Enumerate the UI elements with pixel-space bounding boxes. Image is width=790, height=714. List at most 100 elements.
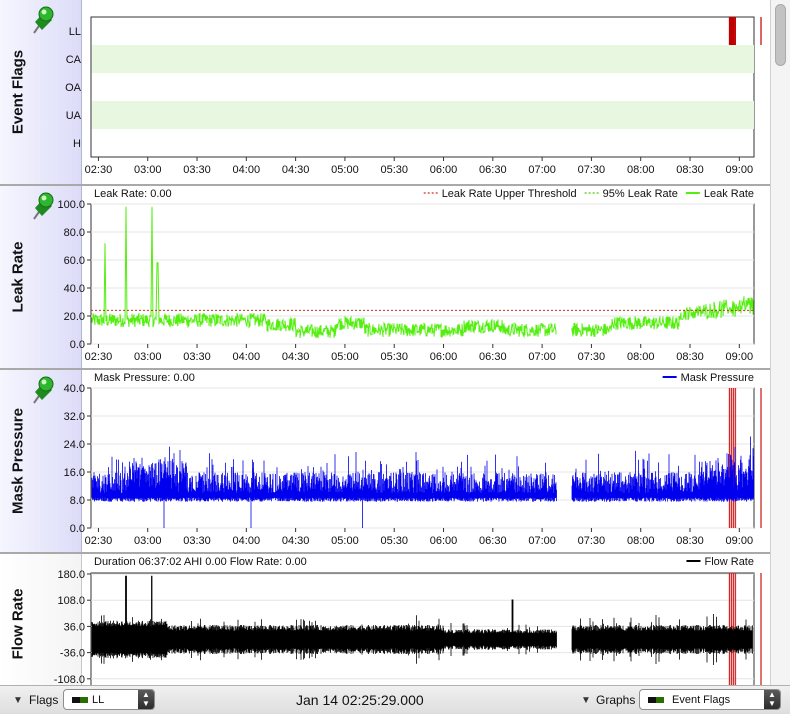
x-tick-label: 05:00: [331, 535, 359, 547]
y-tick-label: 100.0: [57, 199, 85, 211]
x-tick-label: 07:30: [578, 535, 606, 547]
x-tick-label: 03:30: [183, 351, 211, 363]
y-tick-label: 0.0: [70, 523, 85, 535]
select-arrows-icon: ▲ ▼: [138, 690, 154, 709]
mask-pressure-frame: [90, 387, 755, 529]
event-flags-plot[interactable]: LL CA OA UA H 02:30 03:00 03:30 04:00 04:30 05:00 0…: [0, 0, 770, 186]
graphs-disclosure-icon[interactable]: ▼: [581, 695, 591, 706]
x-tick-label: 06:30: [479, 351, 507, 363]
x-tick-label: 05:00: [331, 164, 359, 176]
x-tick-label: 07:30: [578, 351, 606, 363]
x-tick-label: 02:30: [85, 164, 113, 176]
legend-label: Flow Rate: [704, 556, 754, 568]
x-tick-label: 08:30: [676, 351, 704, 363]
x-tick-label: 08:00: [627, 164, 655, 176]
flag-label: UA: [66, 110, 82, 122]
flags-swatch-icon: [72, 697, 88, 703]
flags-select[interactable]: LL ▲ ▼: [63, 689, 155, 710]
y-tick-label: 0.0: [70, 339, 85, 351]
x-tick-label: 02:30: [85, 535, 113, 547]
graph-readout: Duration 06:37:02 AHI 0.00 Flow Rate: 0.…: [94, 556, 307, 568]
legend-label: Mask Pressure: [681, 372, 754, 384]
x-tick-label: 07:30: [578, 164, 606, 176]
x-tick-label: 08:00: [627, 535, 655, 547]
x-tick-label: 04:30: [282, 535, 310, 547]
y-tick-label: -108.0: [54, 674, 85, 685]
x-tick-label: 04:00: [233, 535, 261, 547]
graphs-select-value: Event Flags: [672, 694, 731, 706]
event-flags-frame: [90, 16, 755, 158]
scrollbar-thumb[interactable]: [775, 4, 786, 66]
y-tick-label: -36.0: [60, 648, 85, 660]
x-tick-label: 04:00: [233, 164, 261, 176]
x-tick-label: 05:30: [380, 351, 408, 363]
vertical-scrollbar[interactable]: [770, 0, 790, 685]
x-tick-label: 05:30: [380, 535, 408, 547]
flow-rate-panel[interactable]: Flow Rate Duration 06:37:02 AHI 0.00 Flo…: [0, 554, 770, 685]
x-tick-label: 09:00: [726, 535, 754, 547]
bottom-toolbar: ▼ Flags LL ▲ ▼ Jan 14 02:25:29.000 ▼ Grap…: [0, 685, 790, 714]
leak-rate-plot[interactable]: Leak Rate: 0.00 Leak Rate95% Leak RateLea…: [0, 186, 770, 370]
flags-label: Flags: [29, 693, 59, 707]
y-tick-label: 40.0: [64, 383, 85, 395]
y-tick-label: 180.0: [57, 569, 85, 581]
x-tick-label: 03:00: [134, 164, 162, 176]
x-tick-label: 06:30: [479, 535, 507, 547]
x-tick-label: 07:00: [528, 164, 556, 176]
x-tick-label: 06:00: [430, 535, 458, 547]
x-tick-label: 09:00: [726, 164, 754, 176]
event-flags-panel[interactable]: Event Flags LL CA OA UA H 02:30 03:00 03:30 04:0…: [0, 0, 770, 186]
graph-readout: Leak Rate: 0.00: [94, 188, 172, 200]
y-tick-label: 108.0: [57, 595, 85, 607]
x-tick-label: 06:00: [430, 164, 458, 176]
flag-label: OA: [65, 82, 82, 94]
flag-label: H: [73, 138, 81, 150]
graphs-swatch-icon: [648, 697, 664, 703]
graph-readout: Mask Pressure: 0.00: [94, 372, 195, 384]
sleep-graph-window: Event Flags LL CA OA UA H 02:30 03:00 03:30 04:0…: [0, 0, 790, 714]
legend-label: 95% Leak Rate: [603, 188, 678, 200]
y-tick-label: 40.0: [64, 283, 85, 295]
leak-rate-panel[interactable]: Leak Rate Leak Rate: 0.00 Leak Rate 95% Le…: [0, 186, 770, 370]
x-tick-label: 03:00: [134, 351, 162, 363]
x-tick-label: 03:30: [183, 164, 211, 176]
x-tick-label: 03:00: [134, 535, 162, 547]
mask-pressure-plot[interactable]: Mask Pressure: 0.00 Mask Pressure 0.0 8.0 16…: [0, 370, 770, 554]
x-tick-label: 05:00: [331, 351, 359, 363]
x-tick-label: 07:00: [528, 351, 556, 363]
x-tick-label: 06:30: [479, 164, 507, 176]
x-tick-label: 04:30: [282, 164, 310, 176]
flag-row-band: [92, 101, 754, 129]
legend-label: Leak Rate: [704, 188, 754, 200]
y-tick-label: 8.0: [70, 495, 85, 507]
x-tick-label: 08:30: [676, 535, 704, 547]
flag-label: CA: [66, 54, 82, 66]
graphs-select[interactable]: Event Flags ▲ ▼: [639, 689, 781, 710]
x-tick-label: 04:30: [282, 351, 310, 363]
x-tick-label: 08:30: [676, 164, 704, 176]
x-tick-label: 03:30: [183, 535, 211, 547]
mask-pressure-panel[interactable]: Mask Pressure Mask Pressure: 0.00 Mask Pr…: [0, 370, 770, 554]
current-datetime: Jan 14 02:25:29.000: [296, 692, 424, 708]
y-tick-label: 20.0: [64, 311, 85, 323]
x-tick-label: 09:00: [726, 351, 754, 363]
x-tick-label: 04:00: [233, 351, 261, 363]
y-tick-label: 36.0: [64, 621, 85, 633]
x-tick-label: 02:30: [85, 351, 113, 363]
flag-label: LL: [69, 26, 81, 38]
flags-select-value: LL: [92, 694, 105, 706]
y-tick-label: 32.0: [64, 411, 85, 423]
graphs-label: Graphs: [596, 693, 636, 707]
legend-label: Leak Rate Upper Threshold: [442, 188, 577, 200]
flow-rate-plot[interactable]: Duration 06:37:02 AHI 0.00 Flow Rate: 0.…: [0, 554, 770, 685]
x-tick-label: 07:00: [528, 535, 556, 547]
y-tick-label: 16.0: [64, 467, 85, 479]
y-tick-label: 24.0: [64, 439, 85, 451]
x-tick-label: 05:30: [380, 164, 408, 176]
flag-row-band: [92, 45, 754, 73]
y-tick-label: 80.0: [64, 227, 85, 239]
x-tick-label: 06:00: [430, 351, 458, 363]
select-arrows-icon: ▲ ▼: [764, 690, 780, 709]
x-tick-label: 08:00: [627, 351, 655, 363]
flags-disclosure-icon[interactable]: ▼: [13, 695, 23, 706]
